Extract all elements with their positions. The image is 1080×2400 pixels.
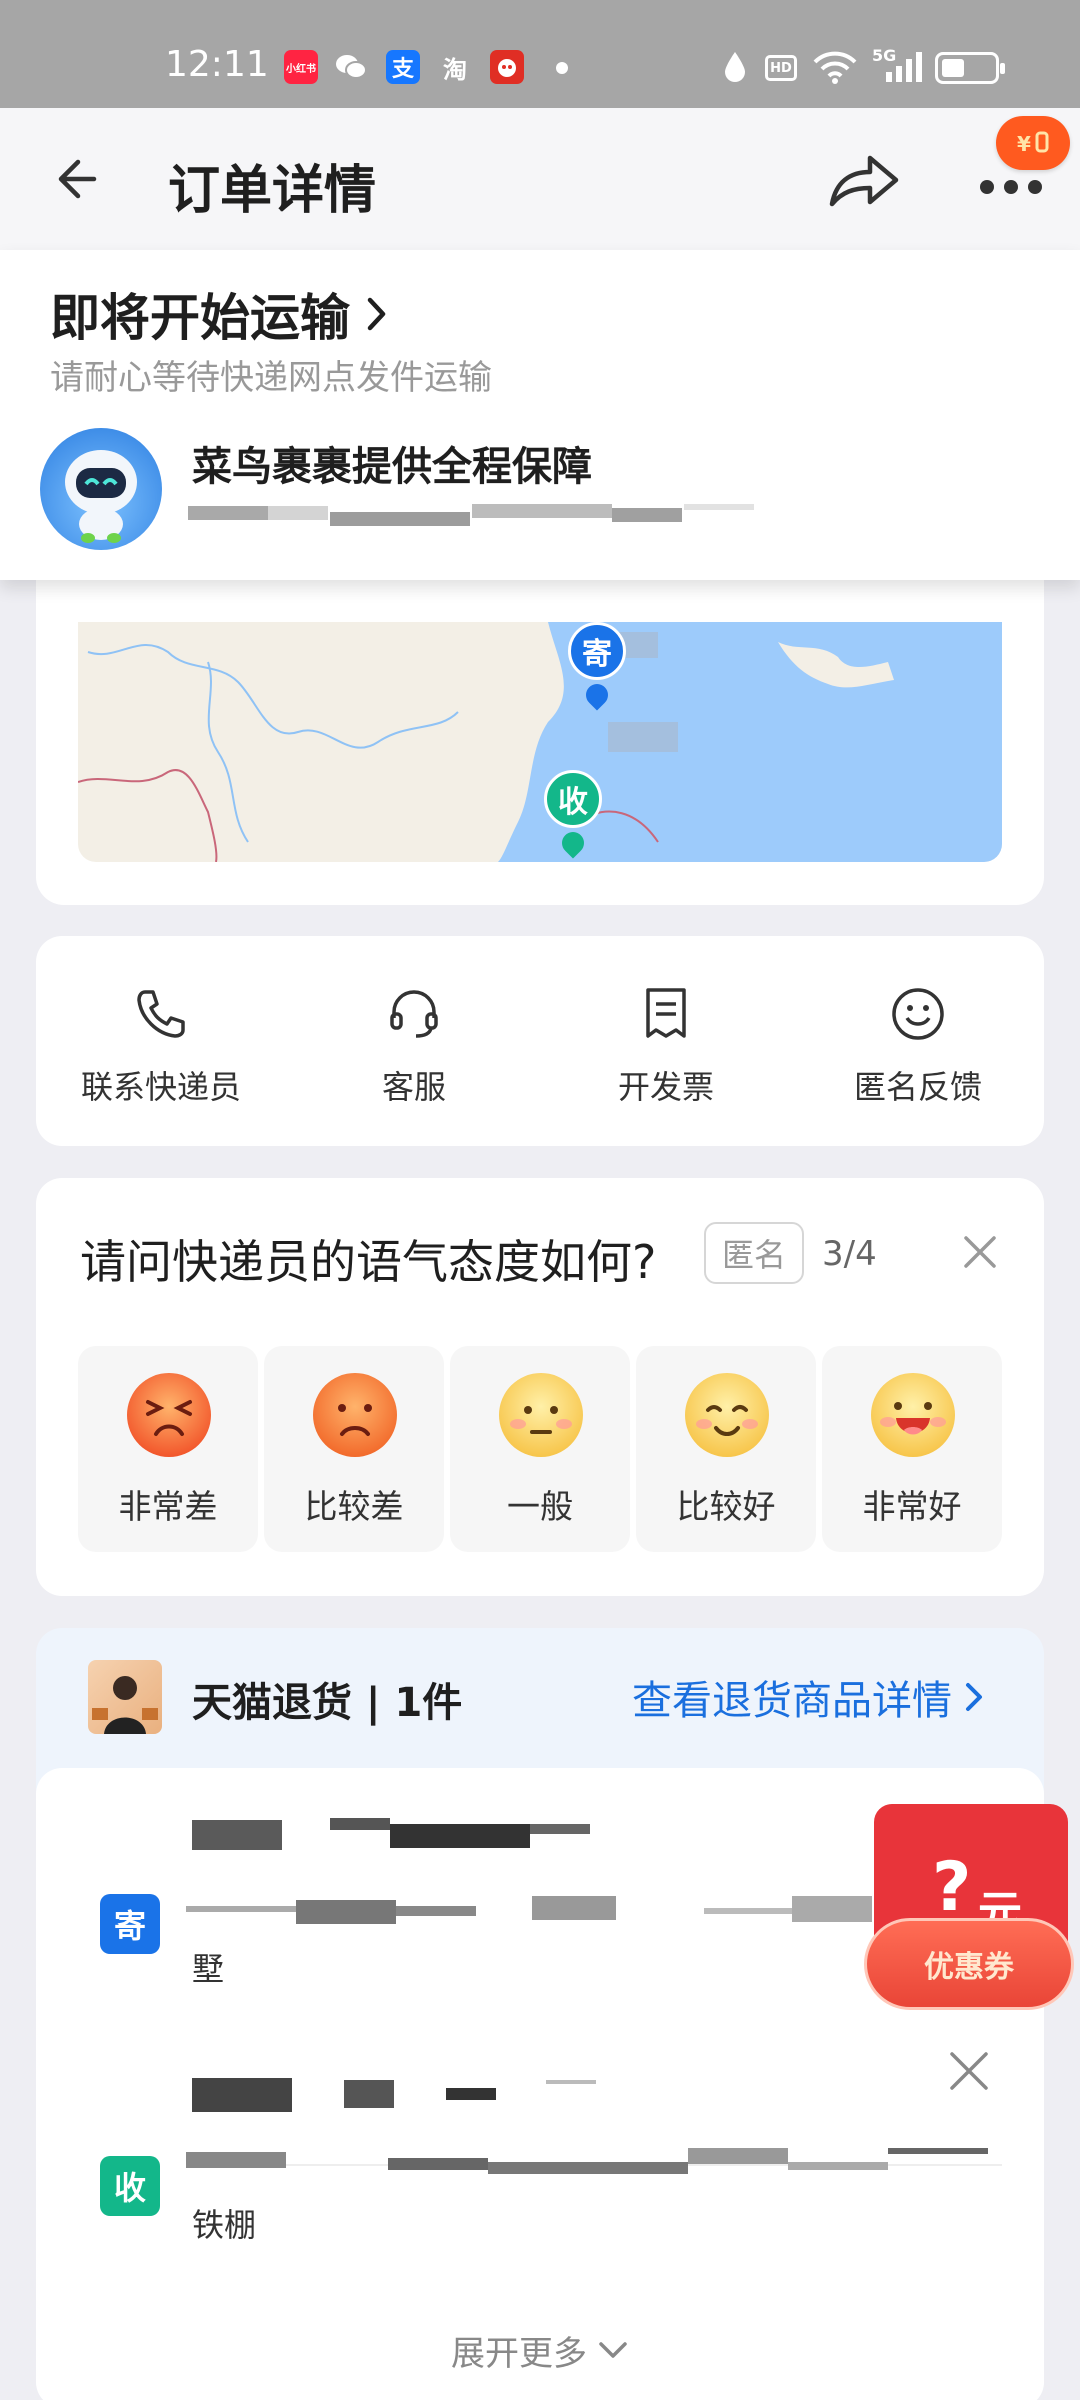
service-label: 匿名反馈 [853,1068,982,1106]
invoice-icon [646,988,686,1038]
rating-option-label: 一般 [507,1487,573,1526]
reward-badge[interactable]: ¥ [996,116,1070,170]
rating-option-label: 比较差 [304,1487,404,1526]
rating-option-neutral[interactable]: 一般 [450,1346,630,1552]
receive-marker-label: 收 [544,770,602,828]
smile-icon [892,988,944,1040]
share-icon [829,155,899,207]
status-time: 12:11 [165,44,269,85]
more-dot [1004,180,1018,194]
map-card: 寄 收 [36,560,1044,905]
contact-courier-button[interactable]: 联系快递员 [61,984,261,1108]
wechat-icon [334,50,368,84]
rating-option-very-good[interactable]: 非常好 [822,1346,1002,1552]
coupon-button[interactable]: 优惠券 [864,1918,1074,2010]
anonymous-tag: 匿名 [704,1222,804,1284]
alipay-icon: 支 [386,50,420,84]
shipment-status[interactable]: 即将开始运输 [50,278,388,350]
hd-icon: HD [765,55,797,81]
receive-location-marker[interactable]: 收 [544,770,602,862]
rating-option-label: 非常差 [118,1487,218,1526]
good-face-icon [685,1373,769,1457]
taobao-icon: 淘 [443,55,467,84]
pinduoduo-icon [490,50,524,84]
wifi-icon [812,50,858,90]
rating-option-label: 非常好 [862,1487,962,1526]
status-bar: 12:11 小红书 支 淘 HD 5G [0,0,1080,108]
coin-icon: ¥ [1017,131,1049,156]
more-dot [1028,180,1042,194]
service-label: 联系快递员 [80,1068,241,1106]
chevron-right-icon [966,1683,982,1711]
headset-icon [390,990,438,1038]
bad-face-icon [313,1373,397,1457]
rating-question: 请问快递员的语气态度如何? [80,1235,657,1289]
courier-rating-card: 请问快递员的语气态度如何? 匿名 3/4 非常差 比较差 一般 比较好 非常好 [36,1178,1044,1596]
product-thumbnail[interactable] [88,1660,162,1734]
more-dot [980,180,994,194]
pin-icon [557,827,589,859]
send-marker-label: 寄 [568,622,626,680]
send-location-marker[interactable]: 寄 [568,622,626,712]
close-icon[interactable] [958,1230,1002,1274]
drop-icon [722,50,748,88]
close-coupon-icon[interactable] [944,2046,994,2096]
notification-dot [556,62,568,74]
services-card: 联系快递员 客服 开发票 匿名反馈 [36,936,1044,1146]
view-return-details-link[interactable]: 查看退货商品详情 [632,1668,986,1726]
coupon-widget[interactable]: ? 元 优惠券 [864,1804,1074,2016]
expand-more-label: 展开更多 [451,2333,587,2374]
shipment-status-text: 即将开始运输 [50,289,350,347]
sender-tag: 寄 [100,1894,160,1954]
rating-option-good[interactable]: 比较好 [636,1346,816,1552]
neutral-face-icon [499,1373,583,1457]
svg-text:¥: ¥ [1017,132,1031,156]
battery-icon [935,52,1005,84]
sender-address-tail: 墅 [192,1950,225,1988]
issue-invoice-button[interactable]: 开发票 [566,984,766,1108]
coupon-amount: ? [932,1848,972,1927]
rating-progress: 3/4 [822,1234,877,1274]
xiaohongshu-icon: 小红书 [284,50,318,84]
very-good-face-icon [871,1373,955,1457]
customer-service-button[interactable]: 客服 [314,984,514,1108]
cainiao-mascot-icon [40,428,162,550]
guarantee-text: 菜鸟裹裹提供全程保障 [192,444,592,490]
chevron-down-icon [599,2342,627,2358]
service-label: 开发票 [617,1068,714,1106]
shipment-subtitle: 请耐心等待快递网点发件运输 [50,358,492,398]
arrow-left-icon [58,159,97,199]
page-title: 订单详情 [168,161,377,221]
navigation-bar: 订单详情 [0,108,1080,250]
shipment-status-card[interactable]: 即将开始运输 请耐心等待快递网点发件运输 菜鸟裹裹提供全程保障 [0,250,1080,580]
anonymous-feedback-button[interactable]: 匿名反馈 [818,984,1018,1108]
pin-icon [581,679,613,711]
service-label: 客服 [381,1068,446,1106]
receiver-address-tail: 铁棚 [192,2206,257,2244]
expand-more-button[interactable]: 展开更多 [36,2320,1044,2380]
phone-icon [137,990,185,1038]
chevron-right-icon [367,297,386,331]
back-button[interactable] [48,146,114,212]
rating-option-very-bad[interactable]: 非常差 [78,1346,258,1552]
return-link-label: 查看退货商品详情 [632,1678,952,1724]
share-button[interactable] [826,148,902,214]
very-bad-face-icon [127,1373,211,1457]
rating-option-label: 比较好 [676,1487,776,1526]
signal-icon [884,50,924,88]
return-title: 天猫退货 | 1件 [192,1680,463,1726]
rating-option-bad[interactable]: 比较差 [264,1346,444,1552]
receiver-tag: 收 [100,2156,160,2216]
route-map[interactable]: 寄 收 [78,622,1002,862]
